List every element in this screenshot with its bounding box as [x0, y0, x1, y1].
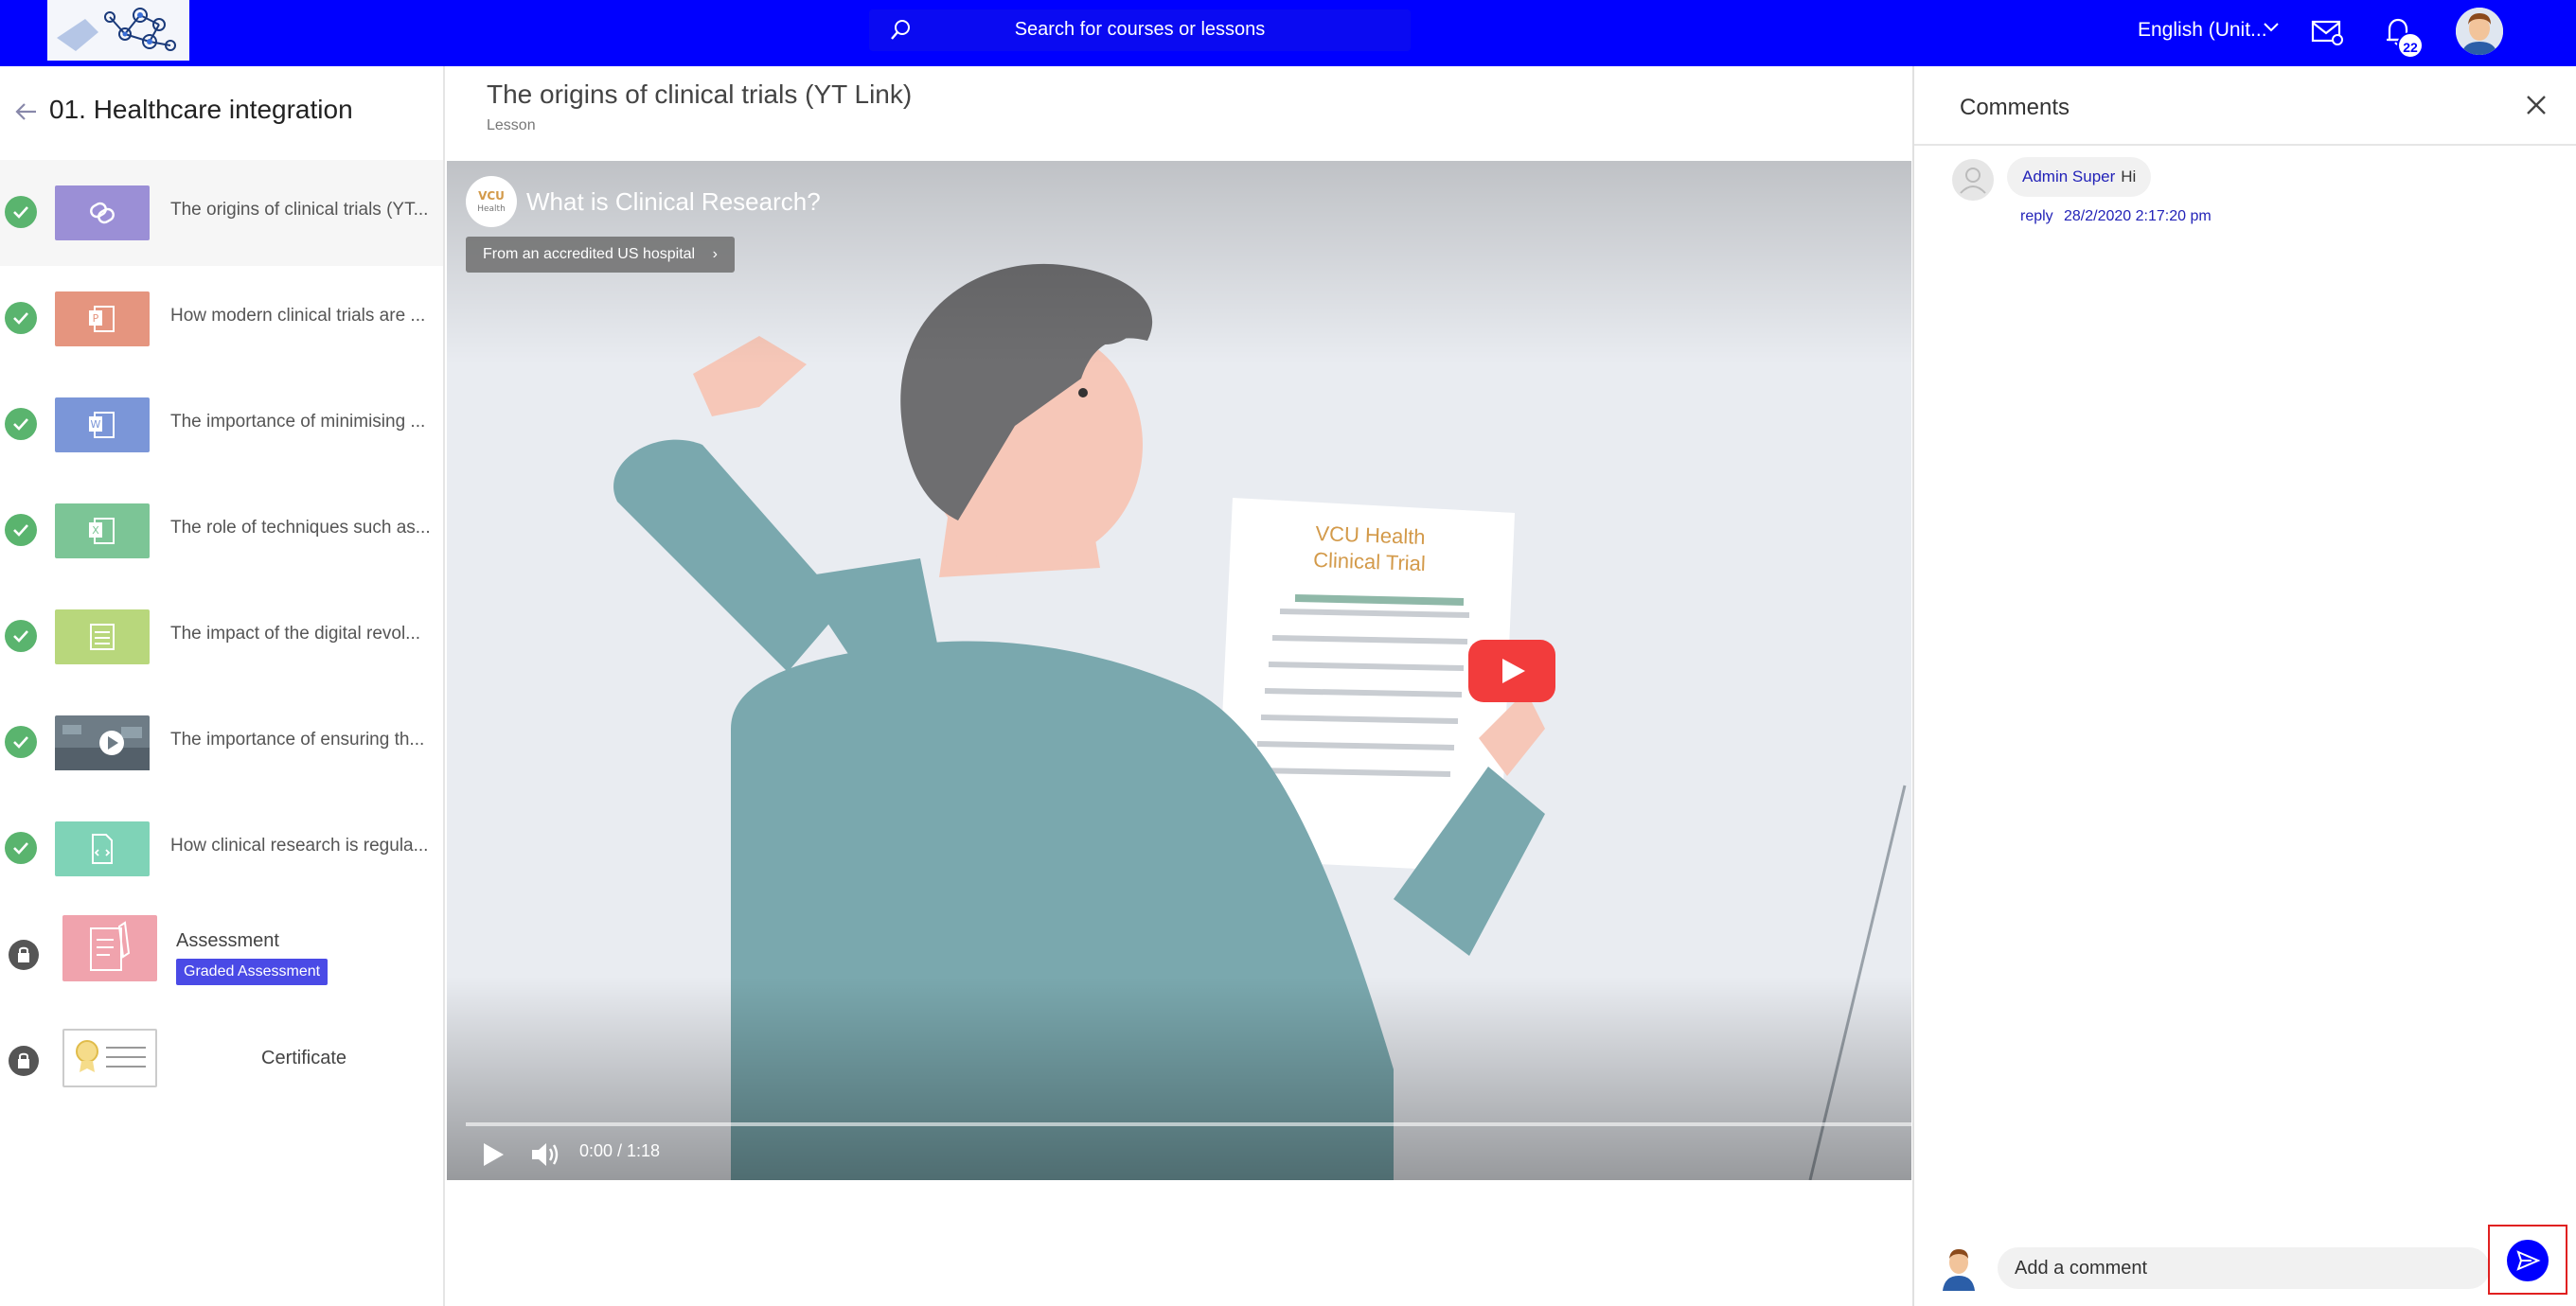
document-icon	[55, 609, 150, 664]
send-button-highlight	[2488, 1225, 2567, 1295]
comment-author[interactable]: Admin Super	[2022, 168, 2115, 185]
comment-input[interactable]	[1998, 1247, 2490, 1289]
search-placeholder[interactable]: Search for courses or lessons	[869, 19, 1411, 41]
document-line-2: Clinical Trial	[1312, 547, 1427, 576]
check-icon	[5, 514, 37, 546]
lesson-title[interactable]: The importance of minimising ...	[170, 412, 425, 432]
video-time: 0:00 / 1:18	[579, 1141, 661, 1160]
check-icon	[5, 408, 37, 440]
check-icon	[5, 302, 37, 334]
lesson-title-heading: The origins of clinical trials (YT Link)	[487, 79, 913, 109]
graded-assessment-badge: Graded Assessment	[176, 959, 329, 985]
play-button[interactable]	[1468, 640, 1555, 707]
check-icon	[5, 196, 37, 228]
back-arrow-icon[interactable]	[13, 98, 40, 130]
language-selector[interactable]: English (Unit...	[2138, 19, 2267, 42]
volume-icon[interactable]	[530, 1139, 562, 1174]
lesson-item[interactable]: The impact of the digital revol...	[0, 584, 443, 690]
assessment-title[interactable]: Assessment	[176, 930, 279, 952]
lock-icon	[9, 1046, 39, 1076]
user-avatar[interactable]	[2456, 8, 2503, 55]
lesson-item[interactable]: X The role of techniques such as...	[0, 478, 443, 584]
svg-text:P: P	[93, 312, 99, 325]
course-sidebar: 01. Healthcare integration The origins o…	[0, 66, 445, 1306]
video-player[interactable]: VCU Health Clinical Trial VCU Health What…	[447, 161, 1911, 1180]
lesson-title[interactable]: The impact of the digital revol...	[170, 624, 420, 644]
lesson-item[interactable]: P How modern clinical trials are ...	[0, 266, 443, 372]
info-chip-label: From an accredited US hospital	[483, 246, 696, 262]
certificate-title[interactable]: Certificate	[261, 1048, 346, 1069]
check-icon	[5, 832, 37, 864]
video-thumbnail-icon	[55, 715, 150, 770]
lesson-title[interactable]: The origins of clinical trials (YT...	[170, 200, 428, 221]
svg-text:VCU: VCU	[478, 189, 505, 203]
comments-title: Comments	[1960, 95, 2070, 120]
lesson-item[interactable]: The importance of ensuring th...	[0, 690, 443, 796]
comment-timestamp: 28/2/2020 2:17:20 pm	[2064, 208, 2212, 224]
course-title: 01. Healthcare integration	[49, 95, 353, 124]
video-illustration	[447, 161, 1911, 1180]
svg-text:Health: Health	[477, 204, 506, 214]
excel-icon: X	[55, 503, 150, 558]
check-icon	[5, 620, 37, 652]
mail-icon[interactable]	[2310, 17, 2344, 52]
certificate-item[interactable]: Certificate	[0, 1008, 443, 1114]
video-title[interactable]: What is Clinical Research?	[526, 187, 821, 217]
word-icon: W	[55, 397, 150, 452]
commenter-avatar[interactable]	[1952, 159, 1994, 201]
play-icon[interactable]	[481, 1141, 506, 1173]
lesson-title[interactable]: How modern clinical trials are ...	[170, 306, 425, 326]
lesson-title[interactable]: The role of techniques such as...	[170, 518, 431, 538]
comment-text: Hi	[2121, 168, 2137, 185]
lesson-type-label: Lesson	[487, 117, 536, 133]
site-logo[interactable]	[47, 0, 189, 61]
lesson-title[interactable]: How clinical research is regula...	[170, 836, 428, 856]
document-heading: VCU Health Clinical Trial	[1288, 520, 1451, 578]
channel-avatar[interactable]: VCU Health	[466, 176, 517, 227]
reply-link[interactable]: reply	[2020, 208, 2053, 225]
send-icon	[2516, 1250, 2541, 1271]
link-icon	[55, 185, 150, 240]
comments-panel: Comments Admin Super Hi reply 28/2/2020 2…	[1912, 66, 2576, 1306]
lesson-item[interactable]: The origins of clinical trials (YT...	[0, 160, 443, 266]
top-navigation-bar: Search for courses or lessons English (U…	[0, 0, 2576, 66]
comment-bubble: Admin Super Hi	[2007, 157, 2152, 197]
info-chip[interactable]: From an accredited US hospital ›	[466, 237, 735, 273]
html-file-icon	[55, 821, 150, 876]
certificate-icon	[62, 1029, 157, 1087]
assessment-item[interactable]: Assessment Graded Assessment	[0, 902, 443, 1008]
lesson-item[interactable]: How clinical research is regula...	[0, 796, 443, 902]
svg-text:X: X	[92, 524, 99, 537]
send-button[interactable]	[2507, 1240, 2549, 1281]
lock-icon	[9, 940, 39, 970]
chevron-down-icon[interactable]	[2263, 21, 2280, 39]
divider	[1914, 144, 2576, 146]
search-bar[interactable]: Search for courses or lessons	[869, 9, 1411, 51]
chevron-right-icon: ›	[712, 246, 718, 262]
lesson-item[interactable]: W The importance of minimising ...	[0, 372, 443, 478]
lesson-title[interactable]: The importance of ensuring th...	[170, 730, 424, 750]
powerpoint-icon: P	[55, 291, 150, 346]
current-user-avatar	[1939, 1245, 1979, 1291]
close-icon[interactable]	[2524, 93, 2549, 122]
video-progress-bar[interactable]	[466, 1122, 1911, 1126]
svg-text:W: W	[91, 418, 101, 431]
assessment-icon	[62, 915, 157, 981]
check-icon	[5, 726, 37, 758]
notification-badge: 22	[2397, 32, 2424, 59]
